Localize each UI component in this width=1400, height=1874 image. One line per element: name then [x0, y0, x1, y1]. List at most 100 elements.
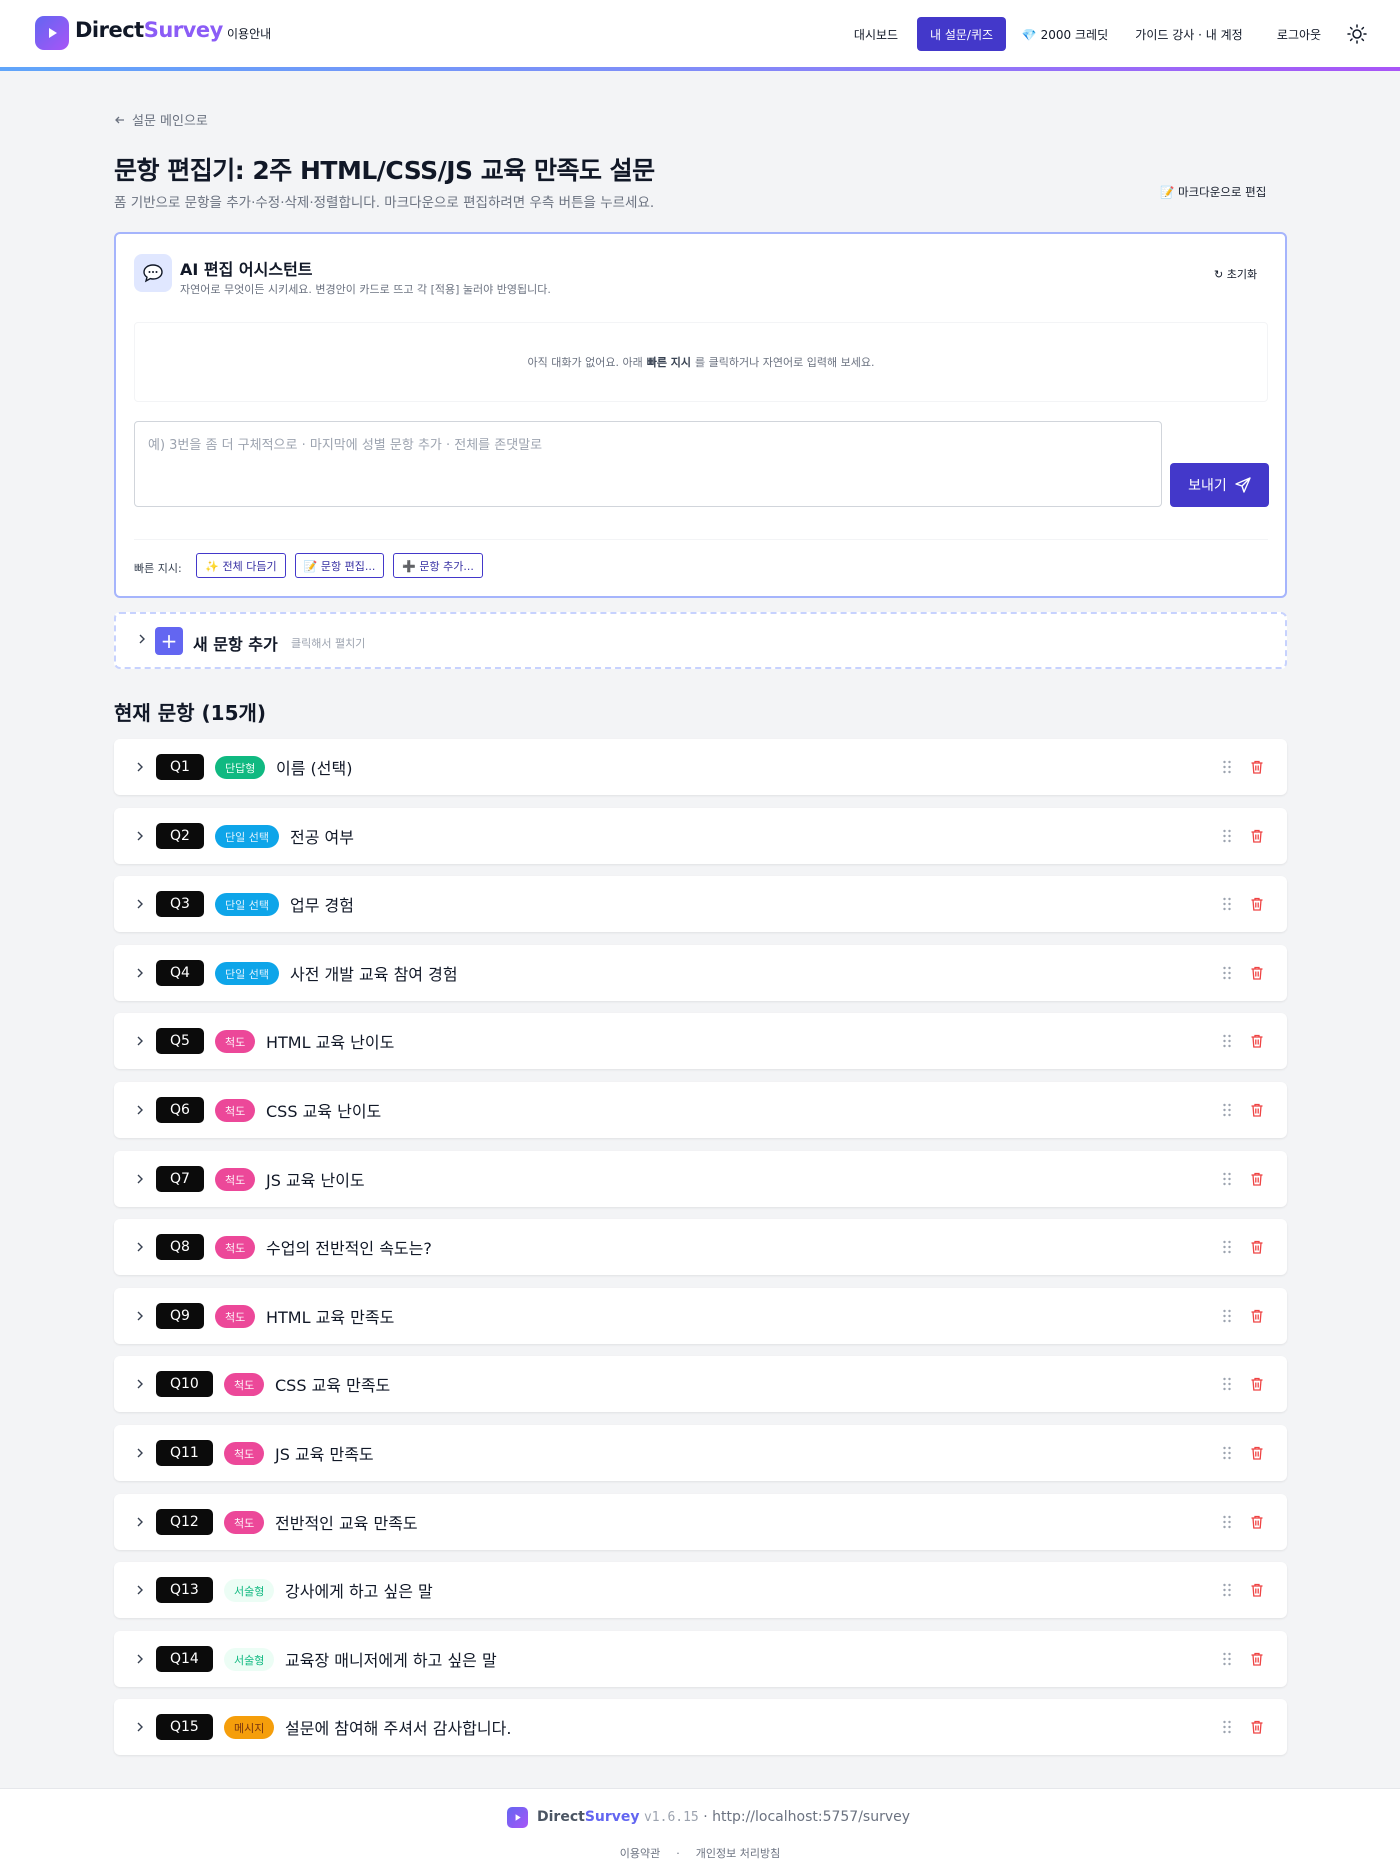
- trash-icon[interactable]: [1249, 1445, 1265, 1461]
- ai-instruction-input[interactable]: 예) 3번을 좀 더 구체적으로 · 마지막에 성별 문항 추가 · 전체를 존…: [134, 421, 1162, 507]
- chevron-right-icon[interactable]: [133, 760, 147, 774]
- terms-link[interactable]: 이용약관: [620, 1847, 660, 1860]
- trash-icon[interactable]: [1249, 759, 1265, 775]
- brand-name[interactable]: DirectSurvey: [75, 18, 223, 42]
- footer-links: 이용약관 · 개인정보 처리방침: [619, 1847, 781, 1860]
- question-text: 사전 개발 교육 참여 경험: [290, 965, 458, 984]
- question-row[interactable]: Q1 단답형 이름 (선택): [114, 739, 1287, 795]
- arrow-left-icon: [115, 116, 124, 123]
- drag-handle-icon[interactable]: [1221, 1445, 1233, 1461]
- reset-button[interactable]: ↻ 초기화: [1214, 266, 1257, 282]
- question-row[interactable]: Q9 척도 HTML 교육 만족도: [114, 1288, 1287, 1344]
- trash-icon[interactable]: [1249, 896, 1265, 912]
- question-row[interactable]: Q11 척도 JS 교육 만족도: [114, 1425, 1287, 1481]
- chat-bubble-icon: [134, 254, 172, 292]
- trash-icon[interactable]: [1249, 1376, 1265, 1392]
- question-type-badge: 서술형: [224, 1579, 275, 1602]
- drag-handle-icon[interactable]: [1221, 759, 1233, 775]
- chevron-right-icon[interactable]: [133, 1652, 147, 1666]
- chevron-right-icon[interactable]: [133, 1583, 147, 1597]
- question-text: 수업의 전반적인 속도는?: [266, 1239, 432, 1258]
- question-row[interactable]: Q3 단일 선택 업무 경험: [114, 876, 1287, 932]
- drag-handle-icon[interactable]: [1221, 1719, 1233, 1735]
- question-type-badge: 척도: [215, 1030, 256, 1053]
- sun-icon[interactable]: [1347, 24, 1367, 44]
- drag-handle-icon[interactable]: [1221, 1102, 1233, 1118]
- drag-handle-icon[interactable]: [1221, 1239, 1233, 1255]
- privacy-link[interactable]: 개인정보 처리방침: [696, 1847, 780, 1860]
- question-type-badge: 단일 선택: [215, 893, 279, 916]
- question-row[interactable]: Q12 척도 전반적인 교육 만족도: [114, 1494, 1287, 1550]
- question-row[interactable]: Q6 척도 CSS 교육 난이도: [114, 1082, 1287, 1138]
- nav-guide-account[interactable]: 가이드 강사 · 내 계정: [1128, 17, 1250, 51]
- question-row[interactable]: Q10 척도 CSS 교육 만족도: [114, 1356, 1287, 1412]
- drag-handle-icon[interactable]: [1221, 1308, 1233, 1324]
- markdown-edit-button[interactable]: 📝 마크다운으로 편집: [1160, 184, 1266, 200]
- question-row[interactable]: Q13 서술형 강사에게 하고 싶은 말: [114, 1562, 1287, 1618]
- drag-handle-icon[interactable]: [1221, 1376, 1233, 1392]
- chevron-right-icon[interactable]: [133, 1515, 147, 1529]
- trash-icon[interactable]: [1249, 1582, 1265, 1598]
- chevron-right-icon[interactable]: [133, 1446, 147, 1460]
- trash-icon[interactable]: [1249, 965, 1265, 981]
- question-text: HTML 교육 만족도: [266, 1308, 395, 1327]
- drag-handle-icon[interactable]: [1221, 965, 1233, 981]
- drag-handle-icon[interactable]: [1221, 1033, 1233, 1049]
- drag-handle-icon[interactable]: [1221, 1582, 1233, 1598]
- question-row[interactable]: Q14 서술형 교육장 매니저에게 하고 싶은 말: [114, 1631, 1287, 1687]
- drag-handle-icon[interactable]: [1221, 896, 1233, 912]
- send-button[interactable]: 보내기: [1170, 463, 1269, 507]
- nav-my-surveys[interactable]: 내 설문/퀴즈: [917, 17, 1006, 51]
- trash-icon[interactable]: [1249, 1719, 1265, 1735]
- drag-handle-icon[interactable]: [1221, 828, 1233, 844]
- question-row[interactable]: Q8 척도 수업의 전반적인 속도는?: [114, 1219, 1287, 1275]
- question-row[interactable]: Q5 척도 HTML 교육 난이도: [114, 1013, 1287, 1069]
- page-title: 문항 편집기: 2주 HTML/CSS/JS 교육 만족도 설문: [114, 156, 655, 185]
- question-type-badge: 척도: [215, 1099, 256, 1122]
- add-question-panel[interactable]: + 새 문항 추가 클릭해서 펼치기: [114, 612, 1287, 669]
- chevron-right-icon[interactable]: [133, 1034, 147, 1048]
- trash-icon[interactable]: [1249, 1308, 1265, 1324]
- quick-actions-label: 빠른 지시:: [134, 562, 182, 575]
- logo-icon[interactable]: [35, 16, 69, 50]
- chevron-right-icon[interactable]: [133, 966, 147, 980]
- quick-add-question-button[interactable]: ➕ 문항 추가...: [393, 553, 483, 578]
- quick-polish-all-button[interactable]: ✨ 전체 다듬기: [196, 553, 286, 578]
- divider: [134, 539, 1268, 540]
- nav-logout[interactable]: 로그아웃: [1268, 17, 1330, 51]
- trash-icon[interactable]: [1249, 1033, 1265, 1049]
- chevron-right-icon: [139, 634, 145, 644]
- nav-dashboard[interactable]: 대시보드: [840, 17, 912, 51]
- question-row[interactable]: Q15 메시지 설문에 참여해 주셔서 감사합니다.: [114, 1699, 1287, 1755]
- chevron-right-icon[interactable]: [133, 1172, 147, 1186]
- quick-edit-question-button[interactable]: 📝 문항 편집...: [295, 553, 384, 578]
- question-text: 전공 여부: [290, 828, 354, 847]
- question-row[interactable]: Q4 단일 선택 사전 개발 교육 참여 경험: [114, 945, 1287, 1001]
- chevron-right-icon[interactable]: [133, 897, 147, 911]
- chevron-right-icon[interactable]: [133, 1377, 147, 1391]
- trash-icon[interactable]: [1249, 1514, 1265, 1530]
- nav-credits[interactable]: 💎 2000 크레딧: [1012, 17, 1118, 51]
- chevron-right-icon[interactable]: [133, 1720, 147, 1734]
- drag-handle-icon[interactable]: [1221, 1171, 1233, 1187]
- chevron-right-icon[interactable]: [133, 1103, 147, 1117]
- trash-icon[interactable]: [1249, 1239, 1265, 1255]
- trash-icon[interactable]: [1249, 1651, 1265, 1667]
- question-type-badge: 단일 선택: [215, 962, 279, 985]
- question-text: 설문에 참여해 주셔서 감사합니다.: [285, 1719, 512, 1738]
- question-number: Q13: [156, 1577, 213, 1603]
- usage-guide-link[interactable]: 이용안내: [227, 25, 271, 42]
- chevron-right-icon[interactable]: [133, 1240, 147, 1254]
- trash-icon[interactable]: [1249, 1102, 1265, 1118]
- question-row[interactable]: Q2 단일 선택 전공 여부: [114, 808, 1287, 864]
- drag-handle-icon[interactable]: [1221, 1651, 1233, 1667]
- chevron-right-icon[interactable]: [133, 1309, 147, 1323]
- trash-icon[interactable]: [1249, 828, 1265, 844]
- trash-icon[interactable]: [1249, 1171, 1265, 1187]
- question-text: 강사에게 하고 싶은 말: [285, 1582, 433, 1601]
- question-row[interactable]: Q7 척도 JS 교육 난이도: [114, 1151, 1287, 1207]
- drag-handle-icon[interactable]: [1221, 1514, 1233, 1530]
- chevron-right-icon[interactable]: [133, 829, 147, 843]
- question-type-badge: 서술형: [224, 1648, 275, 1671]
- back-to-survey-link[interactable]: 설문 메인으로: [114, 110, 208, 129]
